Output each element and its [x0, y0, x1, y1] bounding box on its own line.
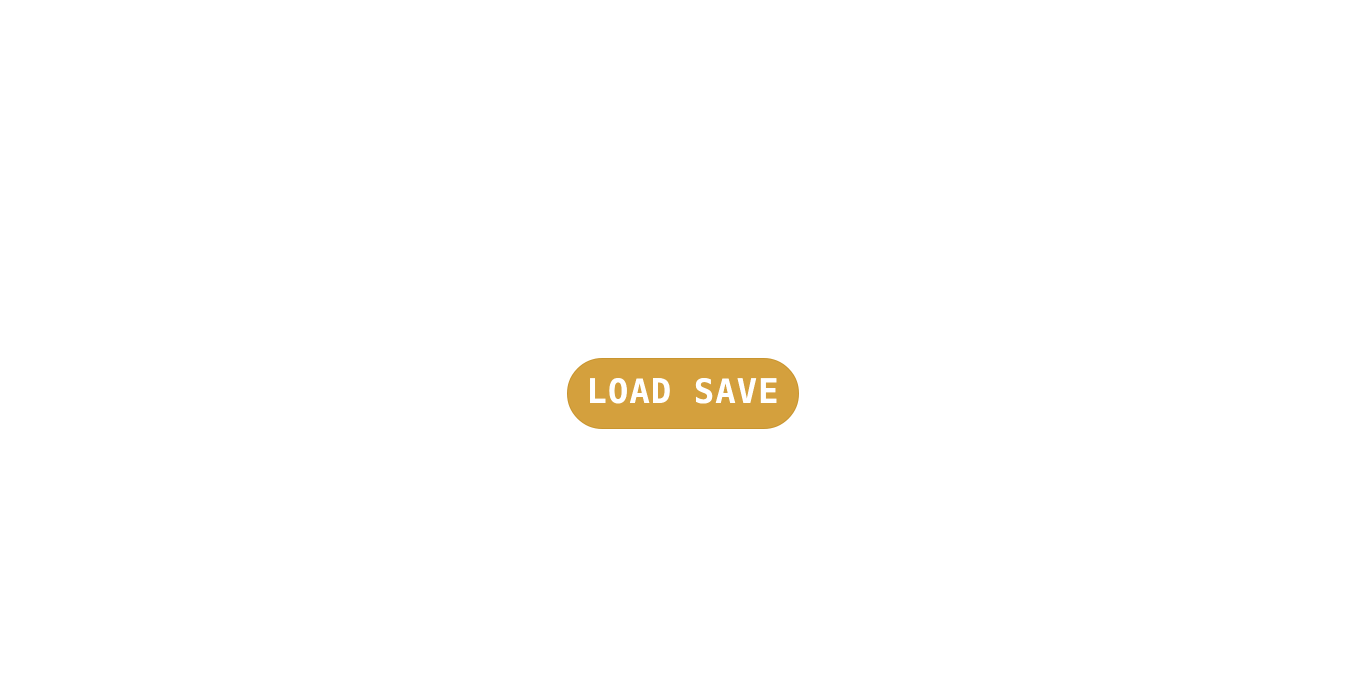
load-save-button[interactable]: LOAD SAVE [567, 358, 799, 429]
game-screen: LOAD SAVE [0, 0, 1366, 683]
load-save-label: LOAD SAVE [586, 371, 780, 412]
